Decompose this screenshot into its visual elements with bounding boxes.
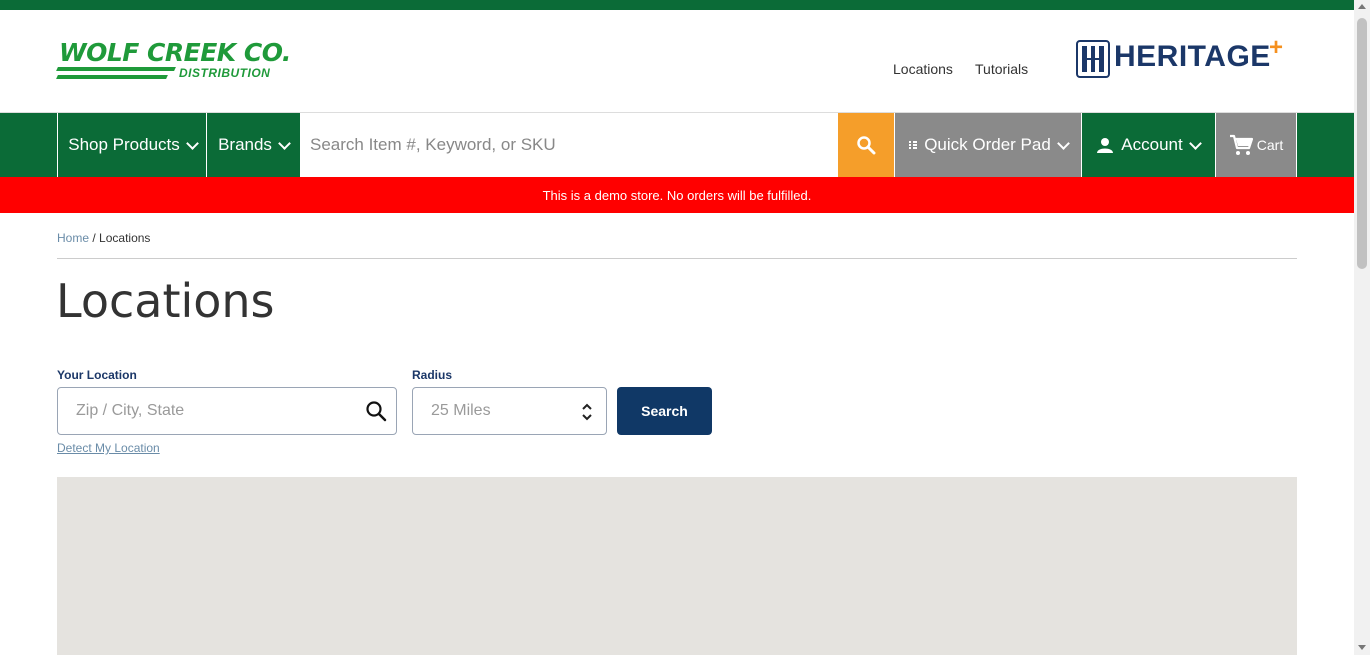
brands-label: Brands [218, 135, 272, 154]
logo-sub-text: DISTRIBUTION [179, 66, 271, 80]
detect-my-location-link[interactable]: Detect My Location [57, 441, 160, 455]
scroll-down-arrow-icon[interactable] [1358, 645, 1366, 650]
logo-main-text: WOLF CREEK CO. [59, 38, 291, 67]
breadcrumb-home-link[interactable]: Home [57, 231, 89, 245]
heritage-plus: + [1269, 34, 1284, 61]
brands-menu[interactable]: Brands [206, 113, 300, 177]
list-icon [909, 141, 918, 149]
search-button-label: Search [641, 403, 688, 419]
your-location-label: Your Location [57, 368, 137, 382]
chevron-down-icon [278, 136, 291, 150]
breadcrumb-separator: / [92, 231, 96, 245]
top-accent-strip [0, 0, 1354, 10]
select-arrows-icon [582, 403, 592, 421]
heritage-text: HERITAGE [1114, 40, 1271, 73]
breadcrumb-divider [57, 258, 1297, 259]
search-icon[interactable] [365, 400, 387, 422]
quick-order-label: Quick Order Pad [924, 135, 1051, 154]
cart-button[interactable]: Cart [1215, 113, 1297, 177]
heritage-badge-icon [1076, 40, 1110, 78]
scrollbar-thumb[interactable] [1357, 18, 1367, 269]
logo-stripe [56, 67, 176, 71]
chevron-down-icon [1056, 136, 1070, 150]
main-navbar: Shop Products Brands Quick Order Pad Acc… [0, 113, 1354, 177]
chevron-down-icon [1188, 136, 1202, 150]
user-icon [1097, 138, 1114, 153]
breadcrumb-current: Locations [99, 231, 151, 245]
header-link-tutorials[interactable]: Tutorials [975, 61, 1028, 77]
logo-stripe [56, 75, 168, 79]
shop-products-label: Shop Products [68, 135, 180, 154]
heritage-logo: HERITAGE + [1076, 34, 1291, 86]
scroll-up-arrow-icon[interactable] [1358, 4, 1366, 9]
radius-value: 25 Miles [431, 402, 491, 419]
cart-icon [1229, 134, 1253, 155]
location-search-button[interactable]: Search [617, 387, 712, 435]
banner-text: This is a demo store. No orders will be … [542, 187, 812, 203]
radius-select[interactable]: 25 Miles [412, 387, 607, 435]
cart-label: Cart [1256, 137, 1284, 153]
demo-store-banner: This is a demo store. No orders will be … [0, 177, 1354, 213]
site-header: WOLF CREEK CO. DISTRIBUTION Locations Tu… [0, 10, 1354, 113]
site-search-input[interactable] [300, 113, 838, 177]
wolf-creek-logo[interactable]: WOLF CREEK CO. DISTRIBUTION [56, 38, 302, 84]
page-title: Locations [56, 274, 275, 328]
account-menu[interactable]: Account [1081, 113, 1215, 177]
locations-map[interactable] [57, 477, 1297, 655]
quick-order-pad-menu[interactable]: Quick Order Pad [894, 113, 1081, 177]
page-scrollbar[interactable] [1354, 0, 1370, 655]
header-link-locations[interactable]: Locations [893, 61, 953, 77]
breadcrumb: Home / Locations [57, 231, 150, 245]
chevron-down-icon [185, 136, 199, 150]
account-label: Account [1121, 135, 1183, 154]
shop-products-menu[interactable]: Shop Products [57, 113, 207, 177]
radius-label: Radius [412, 368, 453, 382]
site-search-button[interactable] [838, 113, 894, 177]
location-input[interactable] [57, 387, 397, 435]
search-icon [857, 136, 876, 155]
